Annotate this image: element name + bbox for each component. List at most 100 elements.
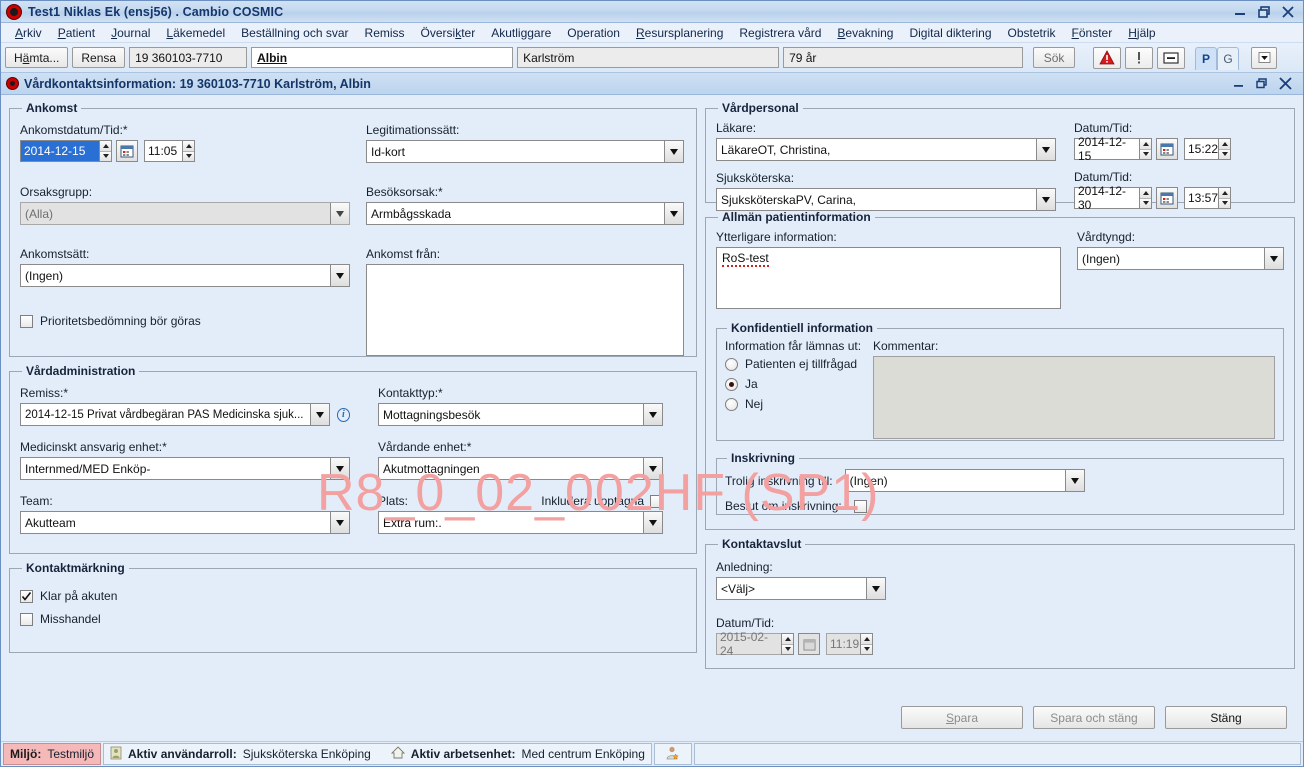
- misshandel-checkbox[interactable]: [20, 612, 33, 626]
- end-reason-select[interactable]: <Välj>: [716, 577, 886, 600]
- doctor-date-stepper[interactable]: 2014-12-15: [1074, 135, 1152, 163]
- end-date-value[interactable]: 2015-02-24: [716, 630, 781, 658]
- warning-triangle-icon[interactable]: [1093, 46, 1122, 69]
- save-button[interactable]: Spara: [901, 706, 1023, 729]
- minus-box-icon[interactable]: [1157, 46, 1186, 69]
- inner-close-icon[interactable]: [1278, 76, 1293, 91]
- inner-restore-icon[interactable]: [1255, 77, 1268, 90]
- search-button[interactable]: Sök: [1033, 47, 1076, 68]
- menu-item-lakemedel[interactable]: Läkemedel: [158, 25, 233, 41]
- calendar-icon[interactable]: [1156, 138, 1178, 160]
- priority-assessment-checkbox[interactable]: [20, 314, 33, 328]
- doctor-select[interactable]: LäkareOT, Christina,: [716, 138, 1056, 161]
- chevron-down-icon[interactable]: [1064, 470, 1084, 491]
- chevron-down-icon[interactable]: [643, 404, 662, 425]
- menu-item-bevakning[interactable]: Bevakning: [829, 25, 901, 41]
- doctor-time-stepper[interactable]: 15:22: [1184, 138, 1231, 160]
- chevron-down-icon[interactable]: [866, 578, 885, 599]
- menu-item-resursplanering[interactable]: Resursplanering: [628, 25, 731, 41]
- first-name-field[interactable]: Albin: [251, 47, 514, 68]
- care-weight-select[interactable]: (Ingen): [1077, 247, 1284, 270]
- menu-item-akutliggare[interactable]: Akutliggare: [483, 25, 559, 41]
- nurse-date-stepper[interactable]: 2014-12-30: [1074, 184, 1152, 212]
- nurse-time-stepper[interactable]: 13:57: [1184, 187, 1231, 209]
- chevron-down-icon[interactable]: [643, 512, 662, 533]
- toolbar-overflow-chevron-down-icon[interactable]: [1251, 46, 1278, 69]
- close-icon[interactable]: [1281, 5, 1295, 19]
- exclamation-icon[interactable]: [1125, 46, 1154, 69]
- radio-patienten-ej-tillfragad[interactable]: [725, 357, 738, 371]
- doctor-time-value[interactable]: 15:22: [1184, 138, 1218, 160]
- menu-item-bestallning-och-svar[interactable]: Beställning och svar: [233, 25, 356, 41]
- arrival-time-stepper[interactable]: 11:05: [144, 140, 195, 162]
- chevron-down-icon[interactable]: [330, 265, 349, 286]
- radio-nej[interactable]: [725, 397, 738, 411]
- responsible-unit-select[interactable]: Internmed/MED Enköp-: [20, 457, 350, 480]
- chevron-down-icon[interactable]: [1036, 189, 1055, 210]
- chevron-down-icon[interactable]: [643, 458, 662, 479]
- last-name-field[interactable]: Karlström: [517, 47, 780, 68]
- chevron-down-icon[interactable]: [330, 512, 349, 533]
- fetch-button[interactable]: Hä mta...: [5, 47, 69, 68]
- inner-minimize-icon[interactable]: [1232, 77, 1245, 90]
- contact-type-select[interactable]: Mottagningsbesök: [378, 403, 663, 426]
- menu-item-digital-diktering[interactable]: Digital diktering: [901, 25, 999, 41]
- arrival-date-stepper[interactable]: 2014-12-15: [20, 140, 112, 162]
- visit-reason-select[interactable]: Armbågsskada: [366, 202, 684, 225]
- chevron-down-icon[interactable]: [1264, 248, 1283, 269]
- restore-icon[interactable]: [1257, 5, 1271, 19]
- include-occupied-checkbox[interactable]: [650, 494, 663, 508]
- calendar-icon[interactable]: [116, 140, 138, 162]
- menu-item-oversikter[interactable]: Översikter: [413, 25, 484, 41]
- legitimation-select[interactable]: Id-kort: [366, 140, 684, 163]
- chevron-down-icon[interactable]: [330, 203, 349, 224]
- menu-item-arkiv[interactable]: AArkivrkiv: [7, 25, 50, 41]
- radio-ja[interactable]: [725, 377, 738, 391]
- menu-item-registrera-vard[interactable]: Registrera vård: [731, 25, 829, 41]
- chevron-down-icon[interactable]: [664, 141, 683, 162]
- menu-item-fonster[interactable]: Fönster: [1064, 25, 1121, 41]
- additional-info-textarea[interactable]: RoS-test: [716, 247, 1061, 309]
- chevron-down-icon[interactable]: [664, 203, 683, 224]
- close-button[interactable]: Stän g: [1165, 706, 1287, 729]
- team-select[interactable]: Akutteam: [20, 511, 350, 534]
- menu-item-remiss[interactable]: Remiss: [357, 25, 413, 41]
- klar-pa-akuten-checkbox[interactable]: [20, 589, 33, 603]
- tab-g[interactable]: G: [1217, 46, 1240, 70]
- chevron-down-icon[interactable]: [1036, 139, 1055, 160]
- save-and-close-button[interactable]: Spara och stäng: [1033, 706, 1155, 729]
- arrival-from-textarea[interactable]: [366, 264, 684, 356]
- person-star-status[interactable]: [653, 743, 692, 765]
- end-time-stepper[interactable]: 11:19: [826, 633, 873, 655]
- chevron-down-icon[interactable]: [330, 458, 349, 479]
- clear-button[interactable]: Rensa: [72, 47, 126, 68]
- minimize-icon[interactable]: [1233, 5, 1247, 19]
- menu-item-journal[interactable]: Journal: [103, 25, 158, 41]
- caring-unit-select[interactable]: Akutmottagningen: [378, 457, 663, 480]
- calendar-icon[interactable]: [1156, 187, 1178, 209]
- admission-decision-checkbox[interactable]: [853, 499, 867, 513]
- chevron-down-icon[interactable]: [309, 404, 329, 425]
- arrival-date-value[interactable]: 2014-12-15: [20, 140, 99, 162]
- arrival-mode-select[interactable]: (Ingen): [20, 264, 350, 287]
- menu-item-operation[interactable]: Operation: [559, 25, 628, 41]
- menu-item-obstetrik[interactable]: Obstetrik: [1000, 25, 1064, 41]
- person-star-icon[interactable]: [665, 745, 681, 764]
- menu-item-hjalp[interactable]: Hjälp: [1120, 25, 1163, 41]
- age-field[interactable]: 79 år: [783, 47, 1024, 68]
- nurse-time-value[interactable]: 13:57: [1184, 187, 1218, 209]
- nurse-select[interactable]: SjuksköterskaPV, Carina,: [716, 188, 1056, 211]
- likely-admission-select[interactable]: (Ingen): [844, 469, 1085, 492]
- tab-p[interactable]: P: [1195, 46, 1218, 70]
- cause-group-select[interactable]: (Alla): [20, 202, 350, 225]
- calendar-icon[interactable]: [798, 633, 820, 655]
- end-time-value[interactable]: 11:19: [826, 633, 860, 655]
- arrival-time-value[interactable]: 11:05: [144, 140, 182, 162]
- info-icon[interactable]: i: [336, 407, 350, 422]
- place-select[interactable]: Extra rum:.: [378, 511, 663, 534]
- personal-number-field[interactable]: 19 360103-7710: [129, 47, 248, 68]
- nurse-date-value[interactable]: 2014-12-30: [1074, 184, 1139, 212]
- menu-item-patient[interactable]: Patient: [50, 25, 103, 41]
- remiss-select[interactable]: 2014-12-15 Privat vårdbegäran PAS Medici…: [20, 403, 330, 426]
- end-date-stepper[interactable]: 2015-02-24: [716, 630, 794, 658]
